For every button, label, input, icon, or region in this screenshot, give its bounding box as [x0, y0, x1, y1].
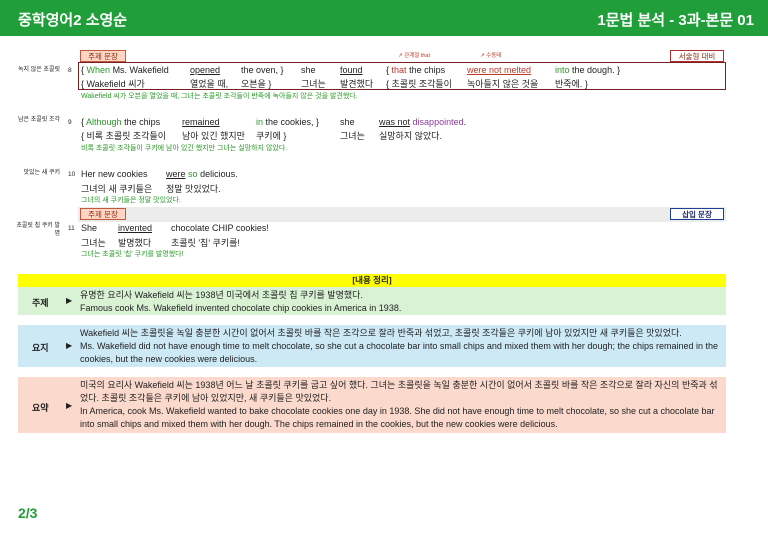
header-bar: 중학영어2 소영순 1문법 분석 - 3과-본문 01 [0, 0, 768, 36]
gist-arrow-icon: ▶ [66, 341, 73, 350]
relative-that-note: ↗ 관계절 that [398, 53, 431, 59]
relative-that-label: 관계절 that [404, 53, 431, 59]
summary-heading: [내용 정리] [18, 274, 726, 287]
insert-sentence-tag: 삽입 문장 [670, 208, 724, 220]
gist-english: Ms. Wakefield did not have enough time t… [80, 341, 719, 364]
verb-opened: opened [190, 65, 221, 75]
theme-english: Famous cook Ms. Wakefield invented choco… [80, 303, 402, 313]
sentence-8-english: { When Ms. Wakefield [81, 65, 169, 75]
document-title: 중학영어2 소영순 [18, 12, 128, 29]
summary-korean: 미국의 요리사 Wakefield 씨는 1938년 어느 날 초콜릿 쿠키를 … [80, 380, 718, 403]
theme-row: 주제 ▶ 유명한 요리사 Wakefield 씨는 1938년 미국에서 초콜릿… [18, 287, 726, 315]
theme-sentence-tag-2: 주제 문장 [80, 208, 126, 220]
gist-row: 요지 ▶ Wakefield 씨는 초콜릿을 녹일 충분한 시간이 없어서 초콜… [18, 325, 726, 367]
sentence-11-shade [78, 207, 726, 222]
gist-label: 요지 [32, 343, 49, 353]
verb-found: found [340, 65, 363, 75]
sentence-8-topic: 녹지 않은 초콜릿 [18, 67, 60, 73]
page-number: 2/3 [18, 505, 38, 521]
summary-english: In America, cook Ms. Wakefield wanted to… [80, 406, 715, 429]
passive-verb: were not melted [467, 65, 532, 75]
verb-were: were [166, 169, 186, 179]
verb-invented: invented [118, 223, 153, 233]
passive-label: 수동태 [486, 53, 502, 59]
sentence-9-number: 9 [68, 119, 72, 126]
section-title: 1문법 분석 - 3과-본문 01 [597, 12, 754, 29]
theme-arrow-icon: ▶ [66, 296, 73, 305]
sentence-8-number: 8 [68, 67, 72, 74]
sentence-9-topic: 남은 초콜릿 조각 [18, 117, 60, 123]
gist-korean: Wakefield 씨는 초콜릿을 녹일 충분한 시간이 없어서 초콜릿 바를 … [80, 328, 682, 338]
theme-korean: 유명한 요리사 Wakefield 씨는 1938년 미국에서 초콜릿 칩 쿠키… [80, 290, 363, 300]
theme-sentence-tag: 주제 문장 [80, 50, 126, 62]
sentence-9-translation: 비록 초콜릿 조각들이 쿠키에 남아 있긴 했지만 그녀는 실망하지 않았다. [81, 145, 288, 152]
passive-note: ↗ 수동태 [480, 53, 502, 59]
theme-label: 주제 [32, 298, 49, 308]
sentence-11-number: 11 [68, 225, 75, 232]
sentence-10-topic: 맛있는 새 쿠키 [23, 170, 60, 176]
sentence-11-translation: 그녀는 초콜릿 '칩' 쿠키를 발명했다! [81, 251, 184, 258]
conjunction-when: When [86, 65, 111, 75]
summary-arrow-icon: ▶ [66, 401, 73, 410]
sentence-8-translation: Wakefield 씨가 오븐을 열었을 때, 그녀는 초콜릿 조각들이 반죽에… [81, 93, 358, 100]
sentence-11-topic: 초콜릿 칩 쿠키 발명 [16, 223, 60, 237]
verb-was-not: was not [379, 117, 411, 127]
descriptive-tag: 서술형 대비 [670, 50, 724, 62]
conjunction-although: Although [86, 117, 122, 127]
sentence-10-number: 10 [68, 171, 76, 178]
summary-row: 요약 ▶ 미국의 요리사 Wakefield 씨는 1938년 어느 날 초콜릿… [18, 377, 726, 433]
relative-that: that [391, 65, 407, 75]
verb-remained: remained [182, 117, 220, 127]
sentence-10-translation: 그녀의 새 쿠키들은 정말 맛있었다. [81, 197, 181, 204]
summary-label: 요약 [32, 403, 49, 413]
